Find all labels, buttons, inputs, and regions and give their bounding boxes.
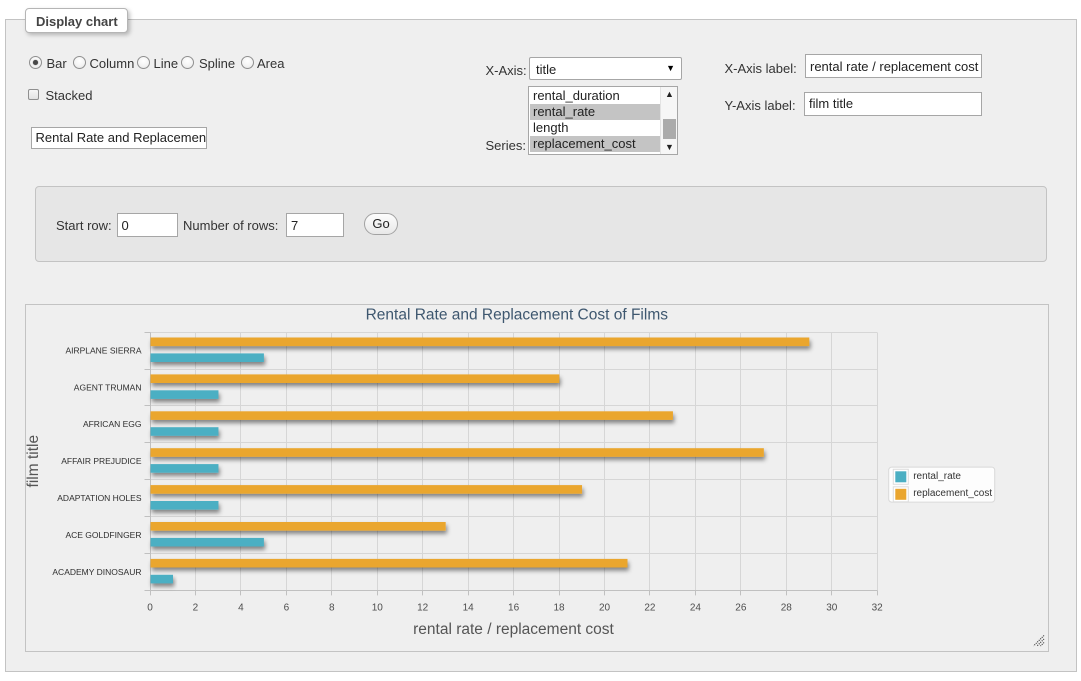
svg-text:AIRPLANE SIERRA: AIRPLANE SIERRA — [65, 345, 141, 355]
svg-text:26: 26 — [735, 602, 747, 613]
svg-text:28: 28 — [780, 602, 792, 613]
svg-text:AFRICAN EGG: AFRICAN EGG — [82, 419, 141, 429]
svg-text:rental_rate: rental_rate — [913, 470, 961, 481]
svg-text:2: 2 — [192, 602, 198, 613]
svg-text:14: 14 — [462, 602, 474, 613]
svg-text:12: 12 — [417, 602, 429, 613]
svg-text:16: 16 — [508, 602, 520, 613]
svg-text:rental rate / replacement cost: rental rate / replacement cost — [413, 621, 614, 638]
svg-text:ACE GOLDFINGER: ACE GOLDFINGER — [65, 529, 141, 539]
svg-text:10: 10 — [371, 602, 383, 613]
svg-text:ADAPTATION HOLES: ADAPTATION HOLES — [57, 493, 142, 503]
svg-text:0: 0 — [147, 602, 153, 613]
svg-text:6: 6 — [283, 602, 289, 613]
svg-text:18: 18 — [553, 602, 565, 613]
svg-text:AGENT TRUMAN: AGENT TRUMAN — [73, 382, 141, 392]
svg-text:8: 8 — [329, 602, 335, 613]
svg-text:film title: film title — [26, 434, 42, 487]
svg-text:ACADEMY DINOSAUR: ACADEMY DINOSAUR — [52, 566, 141, 576]
svg-text:replacement_cost: replacement_cost — [913, 488, 992, 499]
svg-text:32: 32 — [871, 602, 883, 613]
svg-text:30: 30 — [826, 602, 838, 613]
svg-text:AFFAIR PREJUDICE: AFFAIR PREJUDICE — [61, 456, 142, 466]
svg-text:20: 20 — [598, 602, 610, 613]
svg-text:24: 24 — [689, 602, 701, 613]
svg-text:4: 4 — [238, 602, 244, 613]
svg-text:Rental Rate and Replacement Co: Rental Rate and Replacement Cost of Film… — [365, 306, 668, 323]
svg-text:22: 22 — [644, 602, 656, 613]
